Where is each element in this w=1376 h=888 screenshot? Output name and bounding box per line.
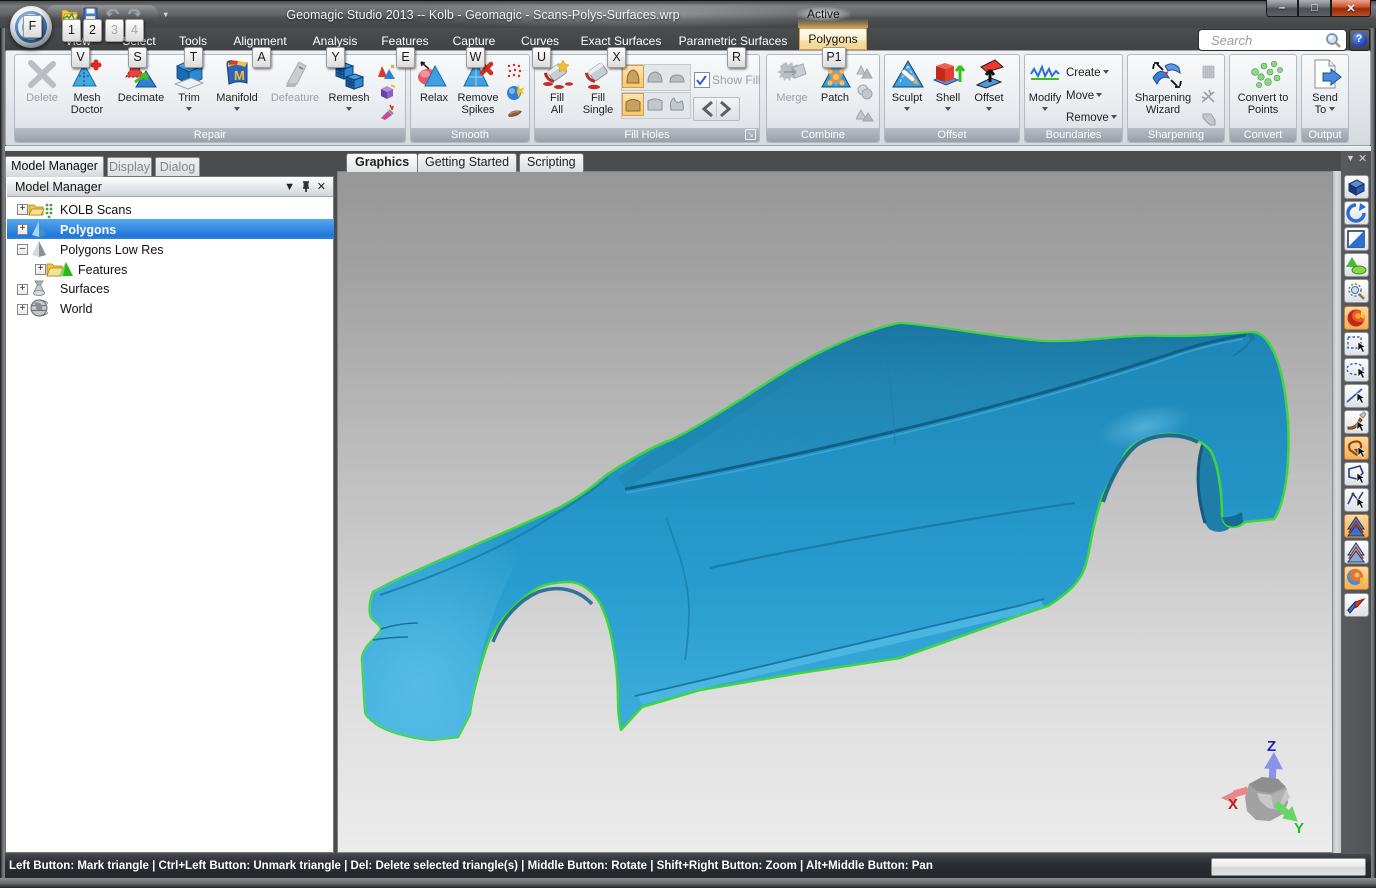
svg-text:Z: Z xyxy=(1267,738,1276,755)
svg-text:Y: Y xyxy=(1294,820,1304,837)
svg-text:M: M xyxy=(234,68,245,83)
svg-text:X: X xyxy=(1228,796,1238,813)
